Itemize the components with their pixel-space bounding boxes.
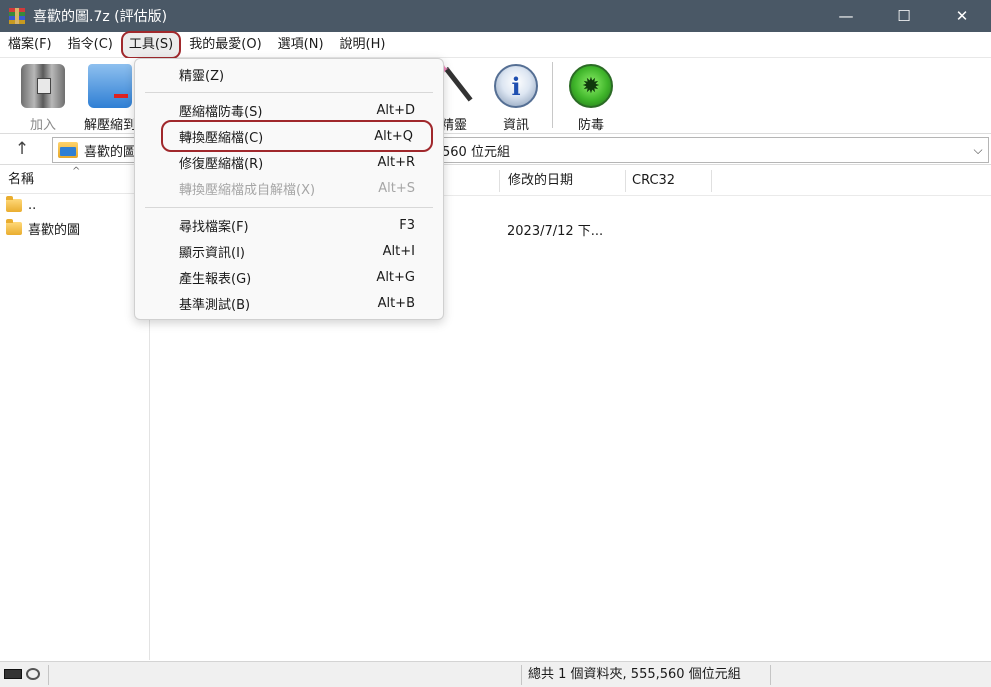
menu-item-shortcut: Alt+B <box>377 295 415 311</box>
menu-item-shortcut: Alt+Q <box>374 128 413 144</box>
title-bar: 喜歡的圖.7z (評估版) — ☐ ✕ <box>0 0 991 32</box>
menu-item-label: 精靈(Z) <box>179 68 225 84</box>
address-path-left: 喜歡的圖 <box>84 144 137 160</box>
menu-item-generate-report[interactable]: 產生報表(G) Alt+G <box>139 265 439 289</box>
menu-item-wizard[interactable]: 精靈(Z) <box>139 62 439 86</box>
status-bar: 總共 1 個資料夾, 555,560 個位元組 <box>0 661 991 687</box>
tree-item-folder[interactable]: 喜歡的圖 <box>0 217 149 240</box>
bug-scan-icon: ✹ <box>569 64 613 108</box>
menu-file[interactable]: 檔案(F) <box>0 32 60 58</box>
menu-options[interactable]: 選項(N) <box>270 32 332 58</box>
status-divider <box>770 665 771 685</box>
tree-item-label: .. <box>28 198 37 213</box>
tree-item-label: 喜歡的圖 <box>28 223 81 238</box>
column-divider <box>499 170 500 192</box>
modified-column-header[interactable]: 修改的日期 <box>502 166 573 196</box>
up-arrow-icon[interactable]: ↑ <box>8 139 36 161</box>
menu-item-label: 轉換壓縮檔(C) <box>179 130 264 146</box>
menu-item-repair-archive[interactable]: 修復壓縮檔(R) Alt+R <box>139 150 439 174</box>
menu-favorites[interactable]: 我的最愛(O) <box>181 32 269 58</box>
menu-item-shortcut: Alt+R <box>377 154 415 170</box>
file-row-modified[interactable]: 2023/7/12 下... <box>507 220 603 239</box>
status-icons <box>4 668 40 680</box>
menu-item-label: 尋找檔案(F) <box>179 219 249 235</box>
virus-scan-button[interactable]: ✹ 防毒 <box>561 64 621 133</box>
add-label: 加入 <box>29 118 56 133</box>
menu-item-shortcut: Alt+D <box>376 102 415 118</box>
key-icon[interactable] <box>26 668 40 680</box>
info-button[interactable]: i 資訊 <box>486 64 546 133</box>
address-path-right: 560 位元組 <box>442 144 510 160</box>
column-divider <box>711 170 712 192</box>
crc32-column-header[interactable]: CRC32 <box>626 166 675 196</box>
menu-item-shortcut: F3 <box>399 217 415 233</box>
menu-tools[interactable]: 工具(S) <box>120 30 182 59</box>
extract-to-button[interactable]: 解壓縮到 <box>80 64 140 133</box>
wizard-label: 精靈 <box>440 118 467 133</box>
info-icon: i <box>494 64 538 108</box>
name-column-header[interactable]: 名稱 ^ <box>0 166 149 194</box>
folder-tree-pane: 名稱 ^ .. 喜歡的圖 <box>0 166 150 660</box>
info-label: 資訊 <box>502 118 529 133</box>
window-title: 喜歡的圖.7z (評估版) <box>33 9 168 25</box>
tools-menu: 精靈(Z) 壓縮檔防毒(S) Alt+D 轉換壓縮檔(C) Alt+Q 修復壓縮… <box>134 58 444 320</box>
menu-item-show-info[interactable]: 顯示資訊(I) Alt+I <box>139 239 439 263</box>
archive-folder-icon <box>58 142 78 158</box>
chevron-down-icon[interactable]: ⌵ <box>968 143 988 158</box>
sort-ascending-icon: ^ <box>72 166 81 177</box>
winrar-app-icon <box>9 8 25 24</box>
menu-item-label: 顯示資訊(I) <box>179 245 245 261</box>
extract-label: 解壓縮到 <box>83 118 136 133</box>
menu-item-label: 修復壓縮檔(R) <box>179 156 264 172</box>
archive-icon <box>21 64 65 108</box>
menu-item-shortcut: Alt+G <box>376 269 415 285</box>
menu-item-shortcut: Alt+I <box>382 243 415 259</box>
status-divider <box>521 665 522 685</box>
menu-item-label: 轉換壓縮檔成自解檔(X) <box>179 182 316 198</box>
menu-separator <box>145 207 433 208</box>
menu-item-find-files[interactable]: 尋找檔案(F) F3 <box>139 213 439 237</box>
minimize-button[interactable]: — <box>817 0 875 32</box>
menu-item-label: 基準測試(B) <box>179 297 251 313</box>
menu-item-convert-archive[interactable]: 轉換壓縮檔(C) Alt+Q <box>161 120 433 152</box>
menu-bar: 檔案(F) 指令(C) 工具(S) 我的最愛(O) 選項(N) 說明(H) <box>0 30 991 59</box>
folder-icon <box>6 219 22 235</box>
menu-help[interactable]: 說明(H) <box>332 32 394 58</box>
menu-item-label: 壓縮檔防毒(S) <box>179 104 263 120</box>
status-divider <box>48 665 49 685</box>
add-button[interactable]: 加入 <box>13 64 73 133</box>
tree-item-parent[interactable]: .. <box>0 194 149 217</box>
menu-separator <box>145 92 433 93</box>
name-header-label: 名稱 <box>8 172 35 187</box>
virus-label: 防毒 <box>577 118 604 133</box>
maximize-button[interactable]: ☐ <box>875 0 933 32</box>
folder-extract-icon <box>88 64 132 108</box>
drive-icon[interactable] <box>4 669 22 679</box>
menu-item-benchmark[interactable]: 基準測試(B) Alt+B <box>139 291 439 315</box>
menu-item-convert-to-sfx: 轉換壓縮檔成自解檔(X) Alt+S <box>139 176 439 200</box>
status-summary: 總共 1 個資料夾, 555,560 個位元組 <box>528 667 741 682</box>
menu-item-label: 產生報表(G) <box>179 271 252 287</box>
menu-item-scan-archive[interactable]: 壓縮檔防毒(S) Alt+D <box>139 98 439 122</box>
menu-item-shortcut: Alt+S <box>378 180 415 196</box>
folder-icon <box>6 196 22 212</box>
menu-commands[interactable]: 指令(C) <box>60 32 121 58</box>
close-button[interactable]: ✕ <box>933 0 991 32</box>
toolbar-divider <box>552 62 553 128</box>
